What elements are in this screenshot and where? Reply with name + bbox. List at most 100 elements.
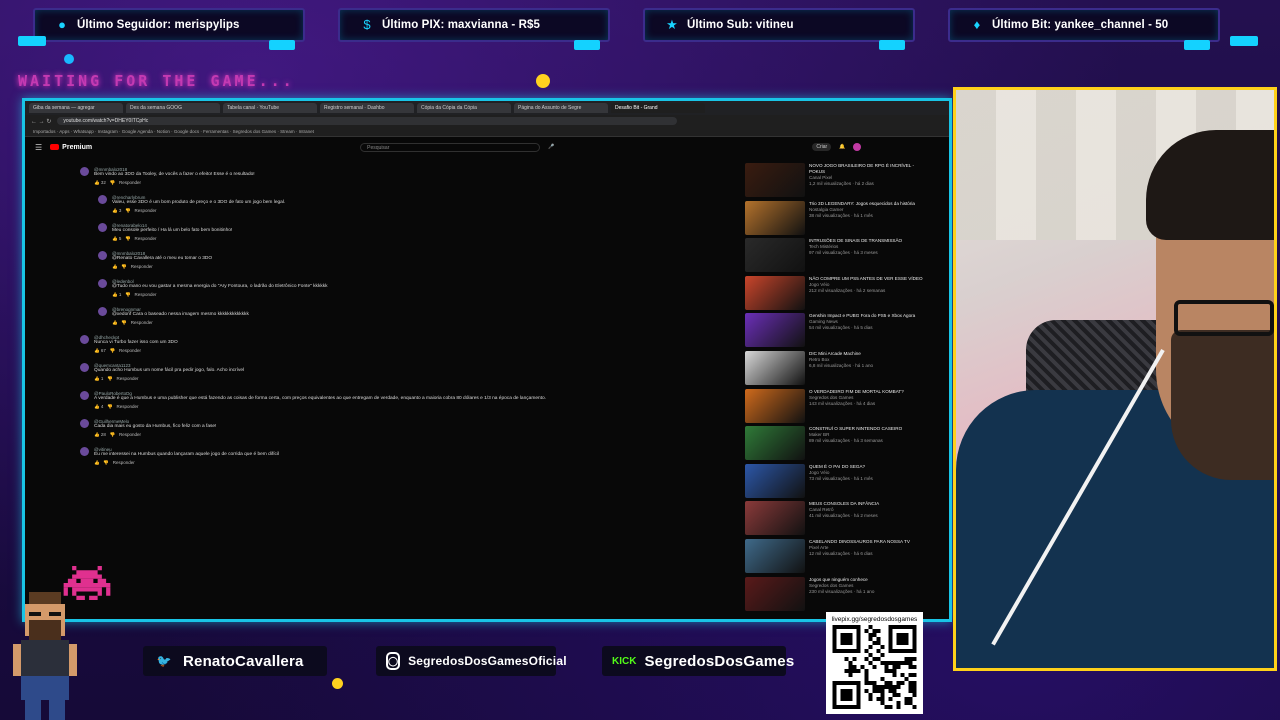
video-thumbnail[interactable]	[745, 200, 805, 235]
recommended-video[interactable]: CONSTRUÍ O SUPER NINTENDO CASEIRO Maker B…	[745, 426, 925, 461]
video-thumbnail[interactable]	[745, 238, 805, 273]
thumb-down-icon[interactable]: 👎	[107, 404, 113, 409]
browser-tab[interactable]: Des da semana GOOG	[126, 103, 220, 113]
thumb-up-icon[interactable]: 👍	[112, 236, 118, 241]
reply-button[interactable]: Responder	[135, 208, 157, 213]
youtube-search-input[interactable]: Pesquisar	[360, 142, 541, 152]
avatar[interactable]	[80, 391, 89, 400]
avatar[interactable]	[80, 335, 89, 344]
recommended-video[interactable]: O VERDADEIRO FIM DE MORTAL KOMBAT? Segred…	[745, 388, 925, 423]
last-bit-alert: ♦ Último Bit: yankee_channel - 50	[948, 8, 1220, 50]
recommended-video[interactable]: Trio 3D LEGENDARY: Jogos esquecidos da h…	[745, 200, 925, 235]
yellow-dot	[536, 74, 550, 88]
avatar[interactable]	[98, 251, 107, 260]
video-thumbnail[interactable]	[745, 163, 805, 197]
reply-button[interactable]: Responder	[131, 264, 153, 269]
recommended-video[interactable]: MEUS CONSOLES DA INFÂNCIA Canal Retrô 41 m…	[745, 501, 925, 536]
recommended-video[interactable]: NOVO JOGO BRASILEIRO DE RPG É INCRÍVEL -…	[745, 163, 925, 197]
video-thumbnail[interactable]	[745, 501, 805, 536]
avatar[interactable]	[80, 167, 89, 176]
thumb-up-icon[interactable]: 👍	[94, 348, 100, 353]
recommended-video[interactable]: INTRUSÕES DE SINAIS DE TRANSMISSÃO Tech M…	[745, 238, 925, 273]
browser-tab[interactable]: Cópia da Cópia da Cópia	[417, 103, 511, 113]
video-thumbnail[interactable]	[745, 463, 805, 498]
youtube-premium-label: Premium	[62, 143, 93, 151]
thumb-down-icon[interactable]: 👎	[125, 292, 131, 297]
reply-button[interactable]: Responder	[135, 236, 157, 241]
thumb-up-icon[interactable]: 👍	[94, 404, 100, 409]
reply-button[interactable]: Responder	[113, 460, 135, 465]
browser-tab[interactable]: Página do Assunto de Segre	[514, 103, 608, 113]
reply-button[interactable]: Responder	[119, 180, 141, 185]
thumb-up-icon[interactable]: 👍	[94, 460, 100, 465]
thumb-up-icon[interactable]: 👍	[112, 320, 118, 325]
video-thumbnail[interactable]	[745, 275, 805, 310]
video-thumbnail[interactable]	[745, 576, 805, 611]
video-title[interactable]: Jogos que ninguém conhece	[809, 577, 874, 583]
avatar[interactable]	[853, 143, 862, 151]
thumb-up-icon[interactable]: 👍	[94, 180, 100, 185]
thumb-up-icon[interactable]: 👍	[112, 264, 118, 269]
menu-icon[interactable]: ☰	[35, 143, 42, 152]
avatar[interactable]	[98, 307, 107, 316]
browser-tab[interactable]: Giba da semana — agregar	[29, 103, 123, 113]
comment-item: @ledenbol @Tudo mano eu vou gastar a mesm…	[98, 279, 730, 298]
thumb-up-icon[interactable]: 👍	[94, 432, 100, 437]
avatar[interactable]	[98, 279, 107, 288]
browser-tab[interactable]: Registro semanal · Dashbo	[320, 103, 414, 113]
twitter-handle: 🐦 RenatoCavallera	[143, 646, 327, 676]
thumb-down-icon[interactable]: 👎	[110, 432, 116, 437]
video-stats: 54 mil visualizações · há 5 dias	[809, 325, 873, 331]
recommended-video[interactable]: DIC Mini Arcade Machine Retro Box 6,8 mil …	[745, 350, 925, 385]
url-field[interactable]: youtube.com/watch?v=DHEY0ITCpHc	[57, 117, 678, 125]
reply-button[interactable]: Responder	[119, 432, 141, 437]
bookmarks-bar[interactable]: Importados · Apps · Whatsapp · Instagram…	[25, 127, 949, 137]
avatar[interactable]	[98, 195, 107, 204]
video-title[interactable]: NÃO COMPRE UM PS5 ANTES DE VER ESSE VÍDE…	[809, 276, 923, 282]
thumb-down-icon[interactable]: 👎	[110, 348, 116, 353]
thumb-down-icon[interactable]: 👎	[121, 320, 127, 325]
create-button[interactable]: Criar	[812, 143, 832, 151]
thumb-down-icon[interactable]: 👎	[121, 264, 127, 269]
avatar[interactable]	[80, 419, 89, 428]
recommended-video[interactable]: CABELANDO DINOSSAUROS PARA NOSSA TV Pixel…	[745, 538, 925, 573]
video-title[interactable]: O VERDADEIRO FIM DE MORTAL KOMBAT?	[809, 389, 904, 395]
nav-arrows-icon[interactable]: ← → ↻	[31, 118, 51, 125]
thumb-down-icon[interactable]: 👎	[110, 180, 116, 185]
thumb-down-icon[interactable]: 👎	[103, 460, 109, 465]
mic-icon[interactable]: 🎤	[548, 144, 554, 150]
qr-label: livepix.gg/segredosdosgames	[831, 616, 918, 623]
browser-tab-active[interactable]: Desafio Bit - Grand	[611, 103, 705, 113]
thumb-down-icon[interactable]: 👎	[125, 208, 131, 213]
reply-button[interactable]: Responder	[119, 348, 141, 353]
qr-code-icon	[832, 625, 917, 709]
browser-tab[interactable]: Tabela canal · YouTube	[223, 103, 317, 113]
thumb-up-icon[interactable]: 👍	[112, 292, 118, 297]
avatar[interactable]	[80, 447, 89, 456]
thumb-up-icon[interactable]: 👍	[94, 376, 100, 381]
reply-button[interactable]: Responder	[117, 404, 139, 409]
reply-button[interactable]: Responder	[135, 292, 157, 297]
recommended-video[interactable]: Jogos que ninguém conhece Segredos dos Ga…	[745, 576, 925, 611]
thumb-up-icon[interactable]: 👍	[112, 208, 118, 213]
video-title[interactable]: QUEM É O PAI DO SEGA?	[809, 464, 873, 470]
recommended-video[interactable]: Genshin Impact e PUBG Fora do PS5 e Xbox…	[745, 313, 925, 348]
video-thumbnail[interactable]	[745, 538, 805, 573]
avatar[interactable]	[80, 363, 89, 372]
video-thumbnail[interactable]	[745, 388, 805, 423]
browser-capture: Giba da semana — agregar Des da semana G…	[22, 98, 952, 622]
thumb-down-icon[interactable]: 👎	[125, 236, 131, 241]
reply-button[interactable]: Responder	[131, 320, 153, 325]
recommended-video[interactable]: NÃO COMPRE UM PS5 ANTES DE VER ESSE VÍDE…	[745, 275, 925, 310]
reply-button[interactable]: Responder	[117, 376, 139, 381]
bell-icon[interactable]: 🔔	[839, 144, 845, 150]
avatar[interactable]	[98, 223, 107, 232]
video-title[interactable]: NOVO JOGO BRASILEIRO DE RPG É INCRÍVEL -…	[809, 163, 925, 175]
video-thumbnail[interactable]	[745, 350, 805, 385]
thumb-down-icon[interactable]: 👎	[107, 376, 113, 381]
youtube-logo[interactable]: Premium	[50, 144, 92, 151]
recommended-video[interactable]: QUEM É O PAI DO SEGA? Jogo Véio 73 mil vis…	[745, 463, 925, 498]
video-title[interactable]: Trio 3D LEGENDARY: Jogos esquecidos da h…	[809, 201, 915, 207]
video-thumbnail[interactable]	[745, 426, 805, 461]
video-thumbnail[interactable]	[745, 313, 805, 348]
